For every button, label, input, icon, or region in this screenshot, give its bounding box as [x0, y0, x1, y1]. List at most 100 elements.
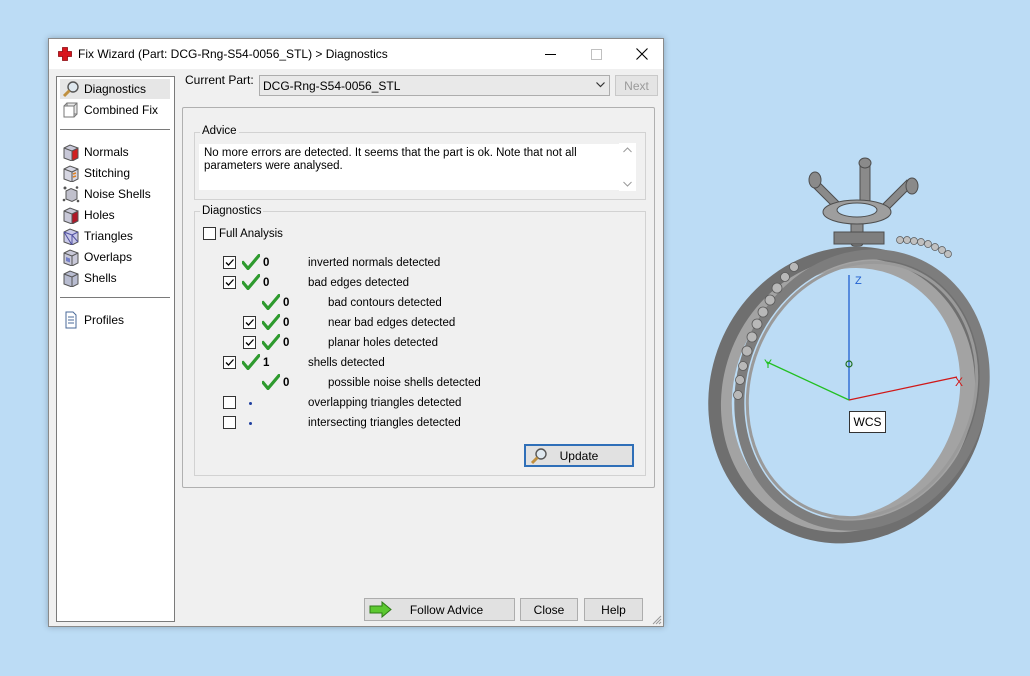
- diagnostic-count: 0: [283, 297, 290, 309]
- wcs-label: WCS: [849, 411, 886, 433]
- nav-item-diagnostics[interactable]: Diagnostics: [60, 79, 170, 99]
- green-check-icon: [262, 334, 280, 350]
- green-arrow-icon: [369, 601, 392, 618]
- update-label: Update: [559, 448, 599, 463]
- green-check-icon: [262, 314, 280, 330]
- diagnostic-checkbox[interactable]: [223, 416, 236, 429]
- y-axis-label: Y: [764, 357, 772, 371]
- diagnostic-label: planar holes detected: [328, 337, 438, 349]
- diagnostic-label: overlapping triangles detected: [308, 397, 462, 409]
- diagnostic-checkbox[interactable]: [243, 316, 256, 329]
- diagnostics-legend: Diagnostics: [200, 205, 264, 217]
- nav-item-holes[interactable]: Holes: [60, 205, 115, 225]
- follow-advice-label: Follow Advice: [409, 602, 484, 617]
- nav-item-label: Combined Fix: [84, 103, 159, 117]
- fix-wizard-window: Fix Wizard (Part: DCG-Rng-S54-0056_STL) …: [48, 38, 664, 627]
- diagnostic-label: bad contours detected: [328, 297, 442, 309]
- maximize-button[interactable]: [573, 39, 619, 69]
- combined-fix-icon: [63, 102, 78, 118]
- minimize-icon: [544, 53, 556, 55]
- nav-divider: [60, 297, 170, 298]
- diagnostic-count: 0: [283, 317, 290, 329]
- nav-item-noise-shells[interactable]: Noise Shells: [60, 184, 151, 204]
- diagnostic-label: intersecting triangles detected: [308, 417, 461, 429]
- diagnostic-count: 1: [263, 357, 270, 369]
- scroll-up-icon[interactable]: [623, 147, 632, 153]
- pending-dot-icon: [249, 402, 252, 405]
- nav-item-label: Normals: [84, 145, 129, 159]
- diagnostic-count: 0: [263, 277, 270, 289]
- full-analysis-checkbox[interactable]: [203, 227, 216, 240]
- holes-cube-icon: [63, 207, 79, 224]
- noise-shells-icon: [62, 186, 80, 203]
- update-button[interactable]: Update: [524, 444, 634, 467]
- x-axis-label: X: [955, 375, 963, 389]
- profile-document-icon: [65, 311, 77, 329]
- nav-item-label: Diagnostics: [84, 82, 147, 96]
- diagnostic-count: 0: [263, 257, 270, 269]
- diagnostic-checkbox[interactable]: [223, 356, 236, 369]
- z-axis-label: Z: [855, 275, 862, 287]
- diagnostic-checkbox[interactable]: [223, 276, 236, 289]
- nav-item-normals[interactable]: Normals: [60, 142, 129, 162]
- magnifier-icon: [62, 81, 79, 98]
- red-cross-icon: [58, 47, 72, 61]
- green-check-icon: [242, 354, 260, 370]
- triangles-cube-icon: [63, 228, 79, 245]
- pending-dot-icon: [249, 422, 252, 425]
- nav-item-combined-fix[interactable]: Combined Fix: [60, 100, 158, 120]
- follow-advice-button[interactable]: Follow Advice: [364, 598, 515, 621]
- nav-item-stitching[interactable]: Stitching: [60, 163, 130, 183]
- current-part-label: Current Part:: [185, 73, 254, 87]
- nav-item-label: Triangles: [84, 229, 133, 243]
- diagnostic-count: 0: [283, 337, 290, 349]
- green-check-icon: [242, 254, 260, 270]
- nav-item-triangles[interactable]: Triangles: [60, 226, 133, 246]
- nav-item-label: Shells: [84, 271, 117, 285]
- normals-cube-icon: [63, 144, 79, 161]
- advice-textbox: No more errors are detected. It seems th…: [199, 144, 627, 190]
- maximize-icon: [590, 48, 602, 60]
- green-check-icon: [262, 294, 280, 310]
- scroll-down-icon[interactable]: [623, 181, 632, 187]
- diagnostic-label: inverted normals detected: [308, 257, 441, 269]
- title-bar[interactable]: Fix Wizard (Part: DCG-Rng-S54-0056_STL) …: [49, 39, 663, 69]
- stitching-cube-icon: [63, 165, 79, 182]
- advice-legend: Advice: [200, 125, 239, 137]
- nav-item-label: Stitching: [84, 166, 131, 180]
- nav-item-label: Overlaps: [84, 250, 133, 264]
- minimize-button[interactable]: [527, 39, 573, 69]
- ring-model: [708, 157, 990, 544]
- help-button[interactable]: Help: [584, 598, 643, 621]
- diagnostic-checkbox[interactable]: [243, 336, 256, 349]
- current-part-value: DCG-Rng-S54-0056_STL: [263, 78, 401, 93]
- diagnostic-checkbox[interactable]: [223, 396, 236, 409]
- advice-scrollbar[interactable]: [619, 143, 636, 191]
- full-analysis-label: Full Analysis: [219, 228, 283, 240]
- close-window-button[interactable]: [619, 39, 665, 69]
- diagnostic-count: 0: [283, 377, 290, 389]
- nav-item-shells[interactable]: Shells: [60, 268, 117, 288]
- diagnostic-label: shells detected: [308, 357, 385, 369]
- shells-cube-icon: [63, 270, 79, 287]
- diagnostic-label: bad edges detected: [308, 277, 410, 289]
- 3d-viewport[interactable]: Z Y X: [700, 150, 1000, 570]
- nav-item-profiles[interactable]: Profiles: [60, 310, 124, 330]
- fix-wizard-nav: Diagnostics Combined Fix Normals Stitchi…: [56, 76, 175, 622]
- nav-divider: [60, 129, 170, 130]
- diagnostic-label: near bad edges detected: [328, 317, 456, 329]
- close-button[interactable]: Close: [520, 598, 578, 621]
- overlaps-cube-icon: [63, 249, 79, 266]
- green-check-icon: [262, 374, 280, 390]
- nav-item-label: Holes: [84, 208, 115, 222]
- green-check-icon: [242, 274, 260, 290]
- nav-item-overlaps[interactable]: Overlaps: [60, 247, 132, 267]
- magnifier-icon: [530, 448, 547, 465]
- diagnostic-label: possible noise shells detected: [328, 377, 481, 389]
- next-button[interactable]: Next: [615, 75, 658, 96]
- diagnostic-checkbox[interactable]: [223, 256, 236, 269]
- chevron-down-icon: [596, 82, 605, 88]
- resize-grip-icon[interactable]: [651, 614, 662, 625]
- nav-item-label: Profiles: [84, 313, 125, 327]
- current-part-select[interactable]: DCG-Rng-S54-0056_STL: [259, 75, 610, 96]
